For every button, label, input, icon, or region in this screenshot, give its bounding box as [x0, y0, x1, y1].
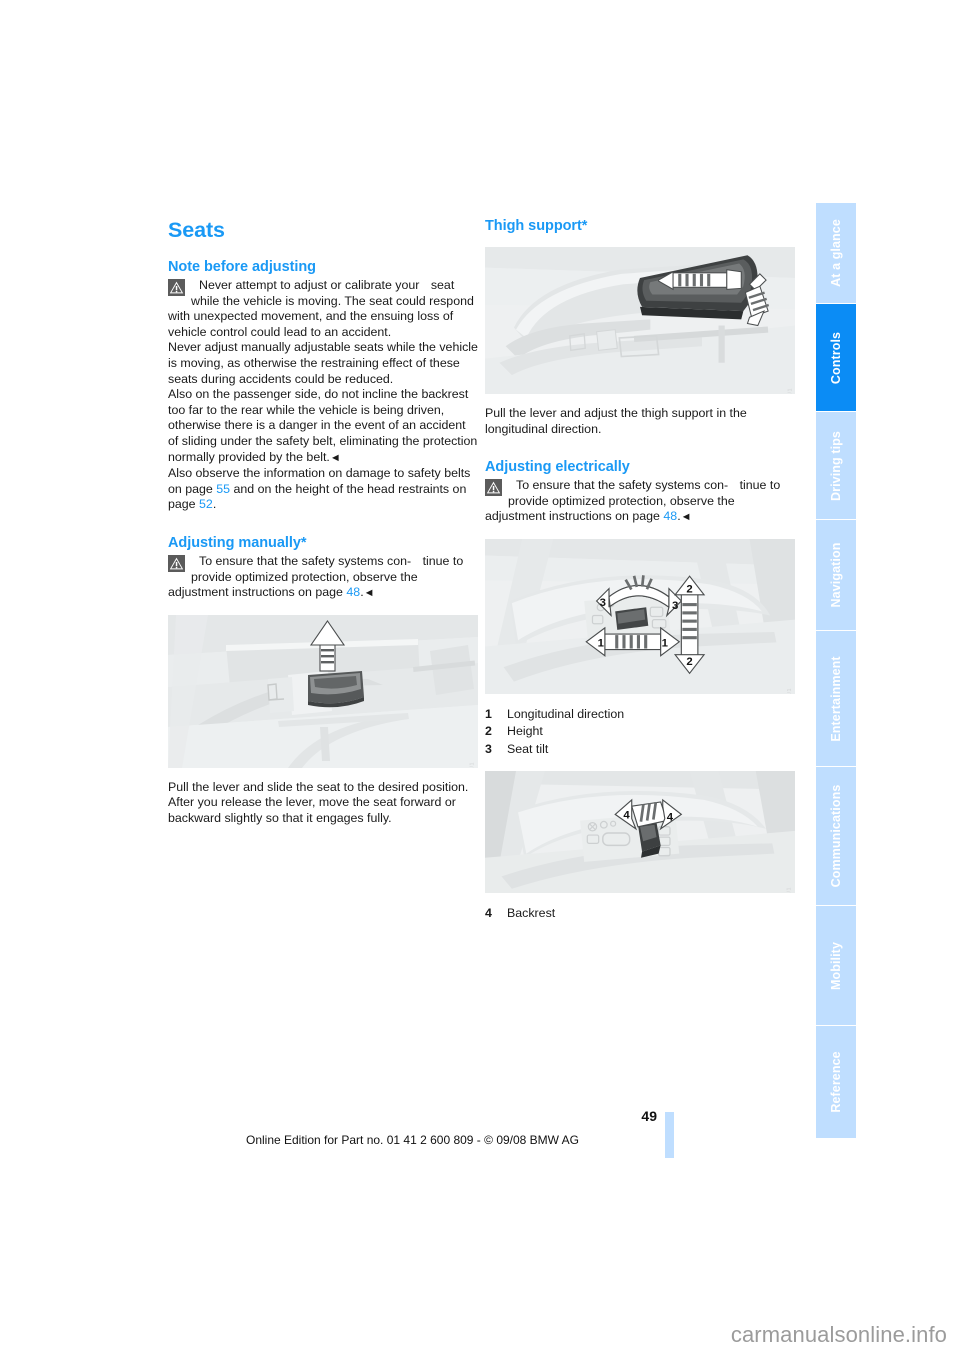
site-watermark: carmanualsonline.info [730, 1322, 947, 1347]
svg-text:1: 1 [662, 637, 668, 649]
page-link-48[interactable]: 48 [663, 509, 677, 523]
legend-label: Seat tilt [507, 741, 549, 756]
figure-watermark: WCD4U1/1/1 [787, 388, 793, 394]
end-of-warning-mark: ◄ [680, 511, 692, 524]
right-text-column: Thigh support* Pull the lever and adjust… [485, 218, 795, 923]
page-number: 49 [641, 1108, 657, 1124]
warning-block-1: Never attempt to adjust or calibrate you… [168, 278, 478, 340]
page-link-55[interactable]: 55 [216, 482, 230, 496]
svg-text:1: 1 [598, 637, 604, 649]
figure-thigh-support: WCD4U1/1/1 [485, 247, 795, 394]
legend-item: 1 Longitudinal direction [485, 706, 795, 724]
tab-navigation[interactable]: Navigation [816, 520, 856, 630]
legend-label: Longitudinal direction [507, 706, 625, 721]
paragraph-cross-references: Also observe the information on damage t… [168, 466, 478, 513]
svg-text:2: 2 [686, 584, 692, 596]
section-tab-rail: At a glance Controls Driving tips Naviga… [816, 203, 856, 1138]
figure-watermark: WCD1140/1/1 [470, 762, 476, 768]
legend-backrest: 4 Backrest [485, 905, 795, 923]
manual-page: At a glance Controls Driving tips Naviga… [0, 0, 960, 1358]
figure-watermark: WCD3060/1/1 [787, 688, 793, 694]
warning-block-3: To ensure that the safety systems con- t… [485, 478, 795, 526]
tab-label: At a glance [829, 219, 843, 287]
legend-number: 1 [485, 706, 492, 721]
paragraph-manual-seats: Never adjust manually adjustable seats w… [168, 340, 478, 386]
figure-electric-seat-switches: 3 3 1 1 2 2 [485, 538, 795, 694]
tab-label: Reference [829, 1051, 843, 1113]
footer-edition-line: Online Edition for Part no. 01 41 2 600 … [245, 1133, 580, 1147]
heading-adjusting-manually: Adjusting manually* [168, 534, 307, 551]
warning-block-2: To ensure that the safety systems con- t… [168, 554, 478, 602]
svg-text:3: 3 [672, 600, 678, 612]
page-link-52[interactable]: 52 [199, 497, 213, 511]
tab-label: Entertainment [829, 655, 843, 742]
end-of-warning-mark: ◄ [329, 451, 341, 464]
tab-communications[interactable]: Communications [816, 767, 856, 905]
tab-mobility[interactable]: Mobility [816, 906, 856, 1025]
tab-label: Mobility [829, 941, 843, 990]
tab-label: Driving tips [829, 430, 843, 501]
warning-line-1: Never attempt to adjust or calibrate you… [199, 278, 420, 292]
tab-label: Controls [829, 331, 843, 384]
tab-label: Navigation [829, 542, 843, 608]
paragraph-backrest-warning: Also on the passenger side, do not incli… [168, 387, 478, 466]
svg-text:4: 4 [667, 812, 674, 824]
tab-at-a-glance[interactable]: At a glance [816, 203, 856, 303]
svg-text:3: 3 [600, 597, 606, 609]
heading-thigh-support: Thigh support* [485, 218, 588, 234]
warning-triangle-icon [168, 554, 185, 572]
figure-backrest-switch: 4 4 WCD1150/1/1 [485, 771, 795, 894]
legend-item: 4 Backrest [485, 905, 795, 923]
xref-period: . [212, 497, 217, 512]
tab-controls[interactable]: Controls [816, 304, 856, 411]
legend-item: 3 Seat tilt [485, 741, 795, 759]
heading-note-before-adjusting: Note before adjusting [168, 259, 316, 275]
warning-text-3: To ensure that the safety systems con- t… [485, 478, 795, 526]
legend-number: 4 [485, 906, 492, 921]
page-link-48[interactable]: 48 [346, 585, 360, 599]
caption-manual-seat-lever: Pull the lever and slide the seat to the… [168, 779, 469, 825]
page-title: Seats [168, 218, 225, 242]
legend-number: 3 [485, 741, 492, 756]
warning-text-2: To ensure that the safety systems con- t… [168, 554, 478, 602]
legend-item: 2 Height [485, 723, 795, 741]
legend-label: Backrest [507, 906, 556, 921]
svg-text:4: 4 [623, 810, 630, 822]
warning-line-1: To ensure that the safety systems con- [516, 478, 729, 493]
svg-text:2: 2 [686, 656, 692, 668]
tab-entertainment[interactable]: Entertainment [816, 631, 856, 766]
heading-adjusting-electrically: Adjusting electrically [485, 459, 630, 476]
paragraph-backrest-text: Also on the passenger side, do not incli… [168, 387, 478, 464]
tab-reference[interactable]: Reference [816, 1026, 856, 1138]
tab-driving-tips[interactable]: Driving tips [816, 412, 856, 519]
caption-thigh-support: Pull the lever and adjust the thigh supp… [485, 406, 747, 436]
figure-manual-seat-lever: WCD1140/1/1 [168, 614, 478, 768]
legend-number: 2 [485, 724, 492, 739]
figure-watermark: WCD1150/1/1 [787, 887, 793, 893]
left-text-column: Seats Note before adjusting Never attemp… [168, 218, 478, 826]
warning-triangle-icon [168, 279, 185, 296]
end-of-warning-mark: ◄ [363, 587, 375, 600]
tab-label: Communications [829, 784, 843, 888]
warning-triangle-icon [485, 479, 502, 497]
legend-label: Height [507, 724, 543, 739]
warning-line-1: To ensure that the safety systems con- [199, 553, 412, 568]
warning-text-1: Never attempt to adjust or calibrate you… [168, 278, 478, 340]
legend-electric-seat: 1 Longitudinal direction 2 Height 3 Seat… [485, 706, 795, 759]
spine-marker [665, 1112, 674, 1158]
